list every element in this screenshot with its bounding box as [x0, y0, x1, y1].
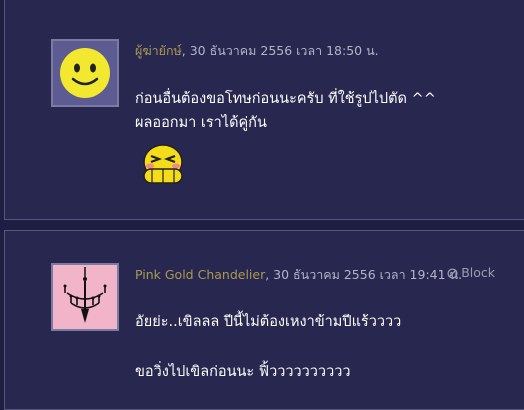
smiley-face-icon [60, 48, 110, 98]
comment-timestamp: , 30 ธันวาคม 2556 เวลา 18:50 น. [181, 43, 379, 58]
comment-card: ผู้ฆ่ายักษ์, 30 ธันวาคม 2556 เวลา 18:50 … [4, 0, 524, 220]
comment-meta: ผู้ฆ่ายักษ์, 30 ธันวาคม 2556 เวลา 18:50 … [135, 41, 379, 61]
avatar[interactable] [51, 263, 119, 331]
chandelier-icon [63, 267, 107, 323]
block-label: Block [461, 265, 495, 280]
comment-text-line: ผลออกมา เราได้คู่กัน [135, 115, 267, 131]
block-button[interactable]: Block [447, 265, 495, 280]
comment-card: Pink Gold Chandelier, 30 ธันวาคม 2556 เว… [4, 230, 524, 410]
author-name[interactable]: Pink Gold Chandelier [135, 267, 265, 282]
comment-text-line: อัยย่ะ..เขิลลล ปีนี้ไม่ต้องเหงาข้ามปีแร้… [135, 314, 402, 330]
author-name[interactable]: ผู้ฆ่ายักษ์ [135, 43, 182, 58]
laughing-emoticon-icon [143, 144, 183, 184]
block-icon [447, 268, 458, 279]
comment-meta: Pink Gold Chandelier, 30 ธันวาคม 2556 เว… [135, 265, 462, 285]
comment-text-line: ขอวิ่งไปเขิลก่อนนะ ฟิ้วววววววววว [135, 364, 351, 380]
comment-text-line: ก่อนอื่นต้องขอโทษก่อนนะครับ ที่ใช้รูปไปต… [135, 91, 436, 107]
avatar[interactable] [51, 39, 119, 107]
comment-timestamp: , 30 ธันวาคม 2556 เวลา 19:41 น. [265, 267, 463, 282]
